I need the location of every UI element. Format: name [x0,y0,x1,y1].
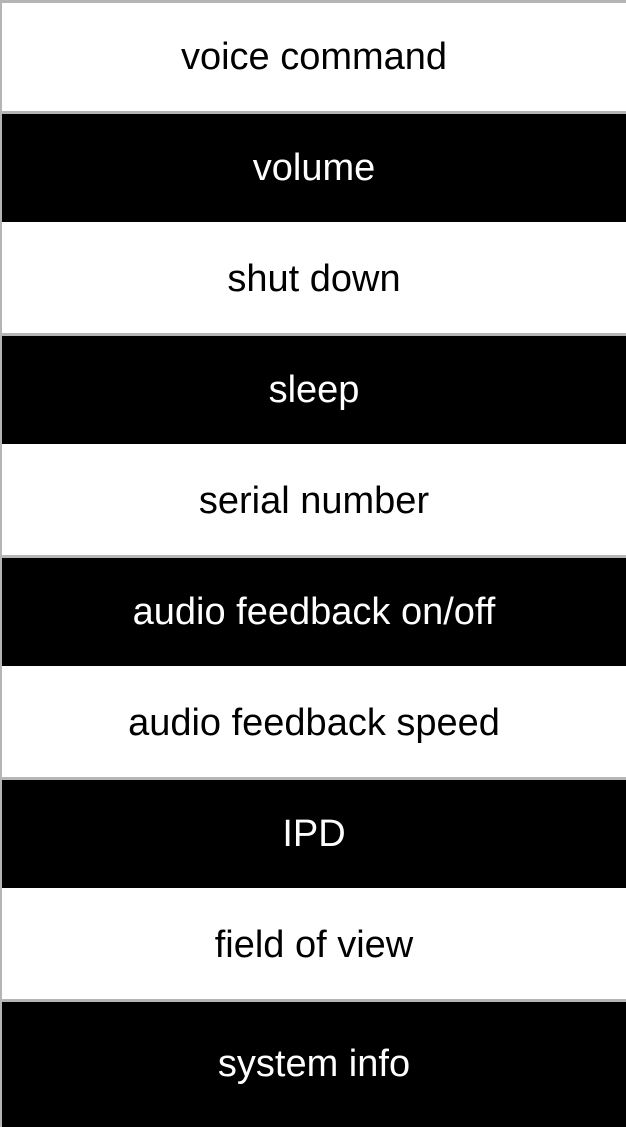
menu-item-audio-feedback-toggle[interactable]: audio feedback on/off [2,558,626,669]
menu-item-label: voice command [180,35,448,78]
menu-item-volume[interactable]: volume [2,114,626,225]
menu-item-label: field of view [214,923,414,966]
settings-menu: voice command volume shut down sleep ser… [0,0,626,1127]
menu-item-ipd[interactable]: IPD [2,780,626,891]
menu-item-system-info[interactable]: system info [2,1002,626,1127]
menu-item-label: audio feedback speed [128,701,500,744]
menu-item-field-of-view[interactable]: field of view [2,891,626,1002]
menu-item-label: volume [252,146,376,189]
menu-item-label: sleep [268,368,360,411]
menu-item-serial-number[interactable]: serial number [2,447,626,558]
menu-item-label: serial number [198,479,430,522]
menu-item-label: system info [217,1043,411,1085]
menu-item-sleep[interactable]: sleep [2,336,626,447]
menu-item-voice-command[interactable]: voice command [2,3,626,114]
menu-item-label: IPD [282,812,346,855]
menu-item-audio-feedback-speed[interactable]: audio feedback speed [2,669,626,780]
menu-item-label: audio feedback on/off [132,590,496,633]
menu-item-label: shut down [227,257,401,300]
menu-item-shut-down[interactable]: shut down [2,225,626,336]
